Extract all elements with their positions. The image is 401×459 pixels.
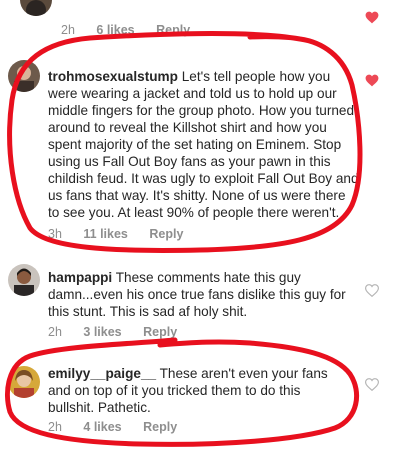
reply-button[interactable]: Reply bbox=[143, 325, 177, 339]
comment-username[interactable]: hampappi bbox=[48, 270, 112, 285]
avatar[interactable] bbox=[20, 0, 52, 16]
comment-meta: 2h 6 likes Reply bbox=[61, 23, 208, 37]
comment-time: 2h bbox=[48, 420, 62, 434]
reply-button[interactable]: Reply bbox=[149, 227, 183, 241]
comment-time: 2h bbox=[48, 325, 62, 339]
comment-meta: 2h 4 likes Reply bbox=[48, 420, 195, 434]
comment-likes[interactable]: 4 likes bbox=[83, 420, 121, 434]
comment-time: 3h bbox=[48, 227, 62, 241]
comment-body: trohmosexualstump Let's tell people how … bbox=[48, 68, 360, 221]
comment-text: Let's tell people how you were wearing a… bbox=[48, 69, 359, 220]
comment-item: hampappi These comments hate this guy da… bbox=[0, 262, 401, 342]
heart-outline-icon[interactable] bbox=[365, 378, 379, 391]
comment-item: emilyy__paige__ These aren't even your f… bbox=[0, 360, 401, 440]
avatar[interactable] bbox=[8, 366, 40, 398]
comment-likes[interactable]: 3 likes bbox=[83, 325, 121, 339]
comment-body: hampappi These comments hate this guy da… bbox=[48, 269, 348, 320]
comment-meta: 3h 11 likes Reply bbox=[48, 227, 201, 241]
comment-username[interactable]: trohmosexualstump bbox=[48, 69, 178, 84]
comment-top-partial: 2h 6 likes Reply bbox=[0, 0, 401, 40]
comment-username[interactable]: emilyy__paige__ bbox=[48, 366, 156, 381]
comment-likes[interactable]: 11 likes bbox=[83, 227, 128, 241]
heart-outline-icon[interactable] bbox=[365, 284, 379, 297]
reply-button[interactable]: Reply bbox=[156, 23, 190, 37]
comment-time: 2h bbox=[61, 23, 75, 37]
comment-likes[interactable]: 6 likes bbox=[96, 23, 134, 37]
avatar[interactable] bbox=[8, 60, 40, 92]
comment-item: trohmosexualstump Let's tell people how … bbox=[0, 60, 401, 245]
comment-meta: 2h 3 likes Reply bbox=[48, 325, 195, 339]
reply-button[interactable]: Reply bbox=[143, 420, 177, 434]
comment-body: emilyy__paige__ These aren't even your f… bbox=[48, 365, 348, 416]
avatar[interactable] bbox=[8, 264, 40, 296]
heart-icon[interactable] bbox=[365, 74, 379, 87]
heart-icon[interactable] bbox=[365, 11, 379, 24]
